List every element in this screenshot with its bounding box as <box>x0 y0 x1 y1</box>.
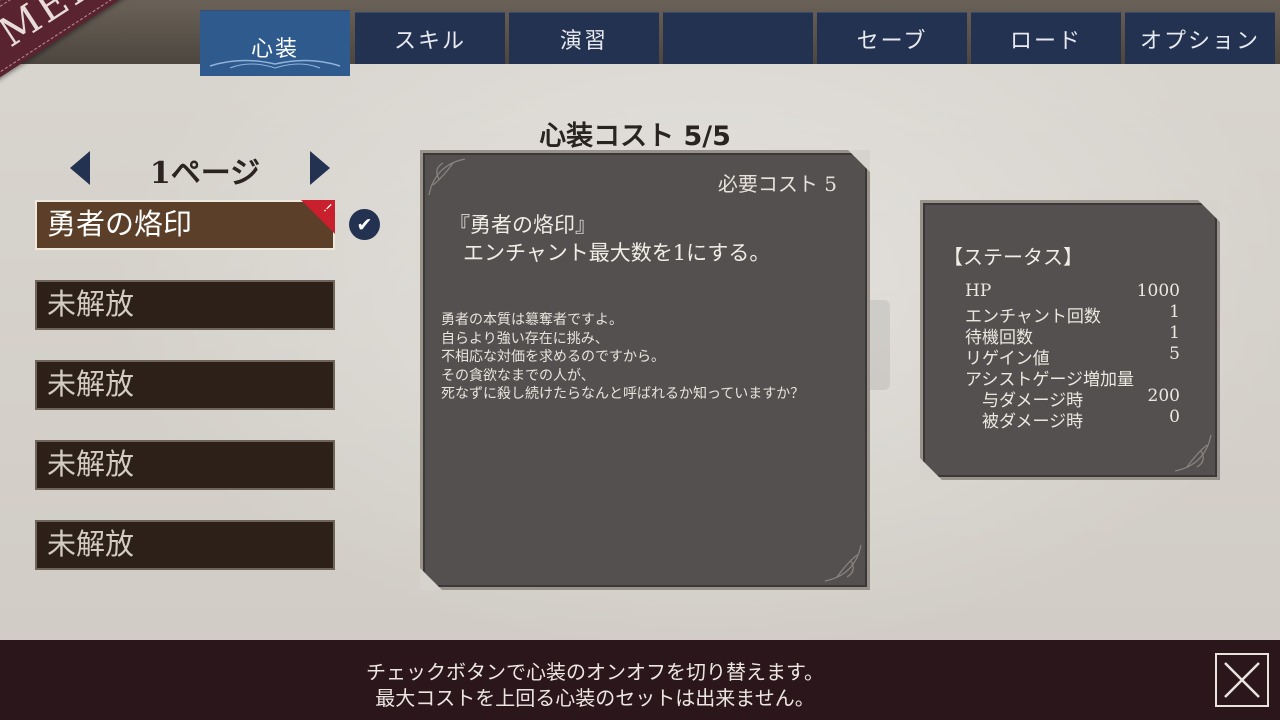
flavor-line: 死なずに殺し続けたらなんと呼ばれるか知っていますか？ <box>441 386 805 402</box>
close-button[interactable] <box>1215 653 1269 707</box>
stat-row: リゲイン値 5 <box>965 344 1180 369</box>
equip-slot-5[interactable]: 未解放 <box>35 520 335 570</box>
slot-label: 未解放 <box>47 287 135 321</box>
stat-row: HP 1000 <box>965 281 1180 302</box>
slot-label: 未解放 <box>47 447 135 481</box>
page-navigation: 1ページ <box>70 148 340 191</box>
stat-label: 被ダメージ時 <box>965 412 1084 432</box>
tab-label: ロード <box>1009 28 1082 54</box>
status-panel: 【ステータス】 HP 1000 エンチャント回数 1 待機回数 1 リゲイン値 … <box>920 200 1220 480</box>
corner-ornament-icon <box>824 544 862 582</box>
corner-ornament-icon <box>1174 434 1212 472</box>
page-label: 1ページ <box>149 156 261 191</box>
help-text-line: 最大コストを上回る心装のセットは出来ません。 <box>375 686 815 710</box>
slot-label: 未解放 <box>47 527 135 561</box>
tab-option[interactable]: オプション <box>1125 12 1275 64</box>
tab-save[interactable]: セーブ <box>817 12 967 64</box>
stat-value: 1 <box>1169 302 1180 322</box>
flavor-line: 自らより強い存在に挑み、 <box>441 330 609 347</box>
item-effect: エンチャント最大数を1にする。 <box>463 241 771 265</box>
prev-page-arrow-icon[interactable] <box>70 151 90 185</box>
stat-value: 5 <box>1169 344 1180 364</box>
next-page-arrow-icon[interactable] <box>310 151 330 185</box>
stat-value: 1000 <box>1136 281 1180 301</box>
stat-value: 1 <box>1169 323 1180 343</box>
stat-row: 被ダメージ時 0 <box>965 407 1180 432</box>
panel-corner-cut <box>920 458 942 480</box>
tab-skill[interactable]: スキル <box>355 12 505 64</box>
flavor-line: 不相応な対価を求めるのですから。 <box>441 349 665 365</box>
close-icon <box>1224 662 1260 698</box>
description-panel: 必要コスト 5 『勇者の烙印』 エンチャント最大数を1にする。 勇者の本質は簒奪… <box>420 150 870 590</box>
help-text-line: チェックボタンで心装のオンオフを切り替えます。 <box>366 660 824 684</box>
tab-shinsou[interactable]: 心装 <box>200 10 350 76</box>
panel-corner-cut <box>420 568 442 590</box>
flavor-line: 勇者の本質は簒奪者ですよ。 <box>441 312 623 328</box>
required-cost: 必要コスト 5 <box>717 172 837 196</box>
stat-value: 0 <box>1169 407 1180 427</box>
tab-label: オプション <box>1139 28 1260 54</box>
stat-row: 与ダメージ時 200 <box>965 386 1180 411</box>
tab-label: 演習 <box>559 28 608 54</box>
top-bar: 心装 スキル 演習 セーブ ロード オプション <box>0 0 1280 76</box>
tab-label: セーブ <box>856 28 928 54</box>
cost-title: 心装コスト 5/5 <box>539 121 731 152</box>
stat-row: アシストゲージ増加量 <box>965 365 1180 390</box>
panel-corner-cut <box>1198 200 1220 222</box>
tab-load[interactable]: ロード <box>971 12 1121 64</box>
swirl-ornament-icon <box>209 59 341 69</box>
equip-slot-1[interactable]: 勇者の烙印 ! <box>35 200 335 250</box>
tab-empty[interactable] <box>663 12 813 64</box>
panel-corner-cut <box>848 150 870 172</box>
bottom-help-bar: チェックボタンで心装のオンオフを切り替えます。 最大コストを上回る心装のセットは… <box>0 640 1280 720</box>
stat-row: エンチャント回数 1 <box>965 302 1180 327</box>
equip-slot-2[interactable]: 未解放 <box>35 280 335 330</box>
flavor-line: その貪欲なまでの人が、 <box>441 367 595 384</box>
stat-value: 200 <box>1147 386 1180 406</box>
tab-label: スキル <box>393 28 466 54</box>
item-name: 『勇者の烙印』 <box>449 213 596 237</box>
stat-label: HP <box>965 281 992 301</box>
slot-label: 勇者の烙印 <box>47 207 193 241</box>
status-title: 【ステータス】 <box>943 245 1083 269</box>
flavor-text: 勇者の本質は簒奪者ですよ。 自らより強い存在に挑み、 不相応な対価を求めるのです… <box>441 311 804 404</box>
check-icon: ✔ <box>356 213 373 236</box>
equip-toggle-check-button[interactable]: ✔ <box>349 209 380 240</box>
tab-training[interactable]: 演習 <box>509 12 659 64</box>
corner-ornament-icon <box>428 158 466 196</box>
stat-row: 待機回数 1 <box>965 323 1180 348</box>
equip-slot-3[interactable]: 未解放 <box>35 360 335 410</box>
equip-slot-4[interactable]: 未解放 <box>35 440 335 490</box>
slot-label: 未解放 <box>47 367 135 401</box>
